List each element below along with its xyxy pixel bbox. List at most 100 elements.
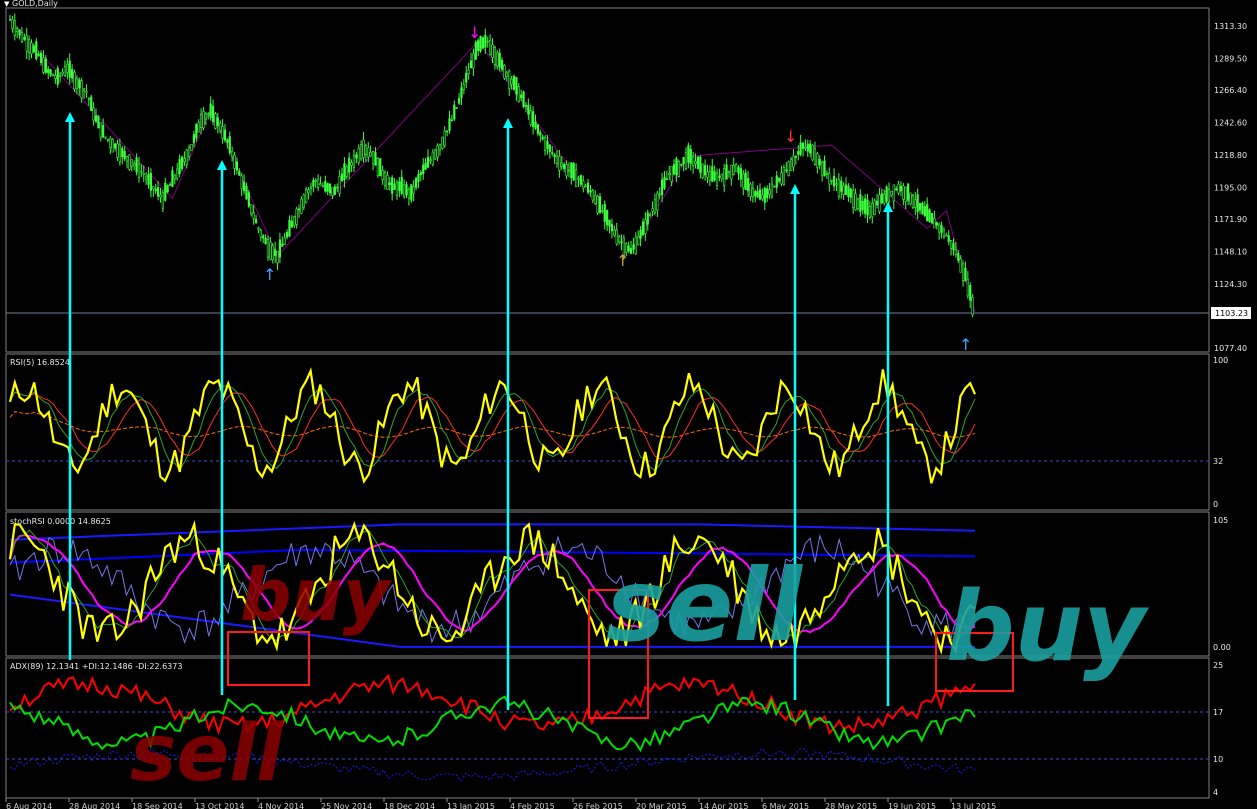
candle-body	[911, 194, 914, 208]
rsi-line	[8, 367, 977, 484]
candle-body	[768, 189, 771, 195]
current-price-label: 1103.23	[1215, 309, 1248, 318]
candle-body	[8, 19, 12, 21]
rsi-tick-32: 32	[1213, 457, 1223, 466]
candle-body	[94, 115, 98, 122]
candle-body	[971, 297, 974, 316]
candle-body	[880, 193, 883, 204]
candle-body	[400, 176, 403, 194]
candle-body	[847, 185, 850, 197]
candle-body	[737, 166, 740, 174]
candle-body	[680, 163, 683, 166]
up-arrow-icon	[217, 160, 227, 170]
candle-body	[75, 78, 78, 89]
price-panel[interactable]	[5, 7, 1210, 353]
stochrsi-label: stochRSI 0.0000 14.8625	[10, 517, 111, 526]
up-arrow-icon	[65, 112, 75, 122]
candle-body	[961, 263, 965, 281]
candle-body	[835, 183, 838, 186]
candle-body	[429, 159, 432, 162]
candle-body	[804, 146, 807, 149]
up-arrow-icon	[790, 184, 800, 194]
candle-body	[51, 73, 55, 77]
candle-body	[314, 179, 317, 182]
candle-body	[235, 161, 239, 171]
candle-body	[11, 19, 14, 29]
candle-body	[264, 237, 267, 245]
date-tick: 19 Jun 2015	[888, 802, 936, 809]
candle-body	[37, 53, 40, 56]
candle-body	[472, 53, 475, 69]
down-arrow-icon: ↓	[784, 127, 797, 146]
candle-body	[379, 158, 382, 177]
candle-body	[563, 164, 566, 169]
candle-body	[584, 185, 587, 188]
candle-body	[809, 143, 812, 154]
candle-body	[441, 136, 444, 149]
candle-body	[54, 75, 57, 79]
candle-body	[701, 163, 704, 178]
candle-body	[672, 164, 676, 175]
candle-body	[725, 164, 728, 180]
candle-body	[18, 29, 21, 36]
candle-body	[80, 80, 83, 99]
candle-body	[742, 173, 745, 189]
candle-body	[135, 157, 138, 173]
candle-body	[247, 192, 250, 207]
annotation-buy-teal: buy	[946, 571, 1149, 683]
candle-body	[188, 147, 191, 157]
candle-body	[250, 204, 253, 214]
candle-body	[395, 182, 399, 196]
candle-body	[274, 249, 277, 256]
candle-body	[252, 212, 255, 219]
candle-body	[761, 194, 764, 200]
candle-body	[161, 192, 164, 209]
candle-body	[582, 180, 585, 189]
candle-body	[49, 69, 52, 76]
candle-body	[113, 143, 117, 149]
candle-body	[190, 144, 193, 151]
candle-body	[778, 177, 781, 182]
candle-body	[524, 105, 528, 107]
candle-body	[670, 166, 673, 182]
candle-body	[883, 194, 886, 204]
chevron-down-icon[interactable]: ▼	[4, 0, 10, 8]
candle-body	[345, 166, 348, 177]
candle-body	[895, 188, 898, 191]
candle-body	[954, 249, 957, 256]
price-tick: 1266.40	[1214, 86, 1247, 95]
candle-body	[608, 219, 611, 227]
candle-body	[477, 40, 480, 51]
candle-body	[553, 154, 556, 158]
candle-body	[871, 202, 874, 218]
candle-body	[792, 155, 795, 168]
candle-body	[133, 163, 136, 166]
candle-body	[180, 156, 184, 169]
candle-body	[957, 253, 960, 261]
candle-body	[923, 206, 926, 217]
annotation-buy: buy	[240, 553, 393, 637]
candle-body	[926, 204, 929, 222]
candle-body	[539, 132, 542, 136]
candle-body	[166, 185, 169, 193]
candle-body	[469, 60, 473, 69]
candle-body	[665, 178, 668, 181]
candle-body	[326, 183, 329, 192]
candle-body	[240, 175, 243, 189]
candle-body	[816, 153, 819, 168]
candle-body	[610, 224, 614, 232]
candle-body	[892, 184, 895, 202]
candle-body	[312, 180, 315, 187]
candle-body	[176, 168, 179, 179]
price-tick: 1124.30	[1214, 280, 1247, 289]
candle-body	[575, 169, 578, 188]
candle-body	[933, 218, 936, 229]
trading-chart[interactable]: 1313.30 1289.50 1266.40 1242.60 1218.80 1195.…	[0, 0, 1257, 809]
candle-body	[381, 169, 384, 181]
candle-body	[367, 147, 370, 158]
candle-body	[620, 241, 623, 244]
candle-body	[854, 193, 857, 211]
candle-body	[403, 184, 406, 197]
price-tick: 1171.90	[1214, 215, 1247, 224]
candle-body	[660, 179, 664, 196]
